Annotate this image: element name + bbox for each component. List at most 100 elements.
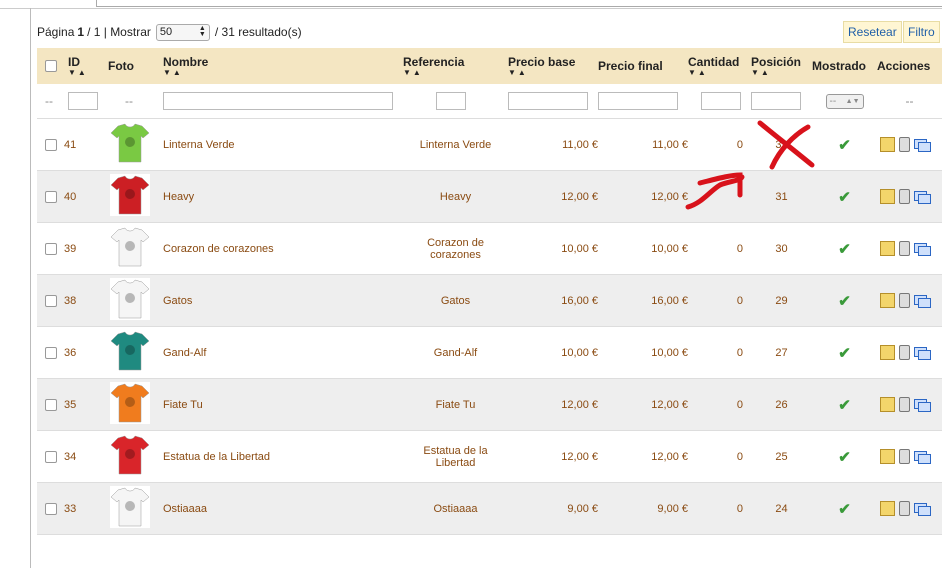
table-row[interactable]: 35 Fiate Tu Fiate Tu 12,00 €12,00 €0 26 ✔ bbox=[37, 378, 942, 431]
row-reference: Estatua de la Libertad bbox=[403, 430, 508, 483]
duplicate-icon[interactable] bbox=[914, 398, 931, 412]
reference-filter-input[interactable] bbox=[436, 92, 466, 110]
filter-button[interactable]: Filtro bbox=[903, 21, 940, 43]
delete-icon[interactable] bbox=[899, 449, 910, 464]
table-row[interactable]: 36 Gand-Alf Gand-Alf 10,00 €10,00 €0 27 ✔ bbox=[37, 326, 942, 379]
col-posicion: Posición bbox=[751, 55, 802, 69]
delete-icon[interactable] bbox=[899, 189, 910, 204]
duplicate-icon[interactable] bbox=[914, 242, 931, 256]
sort-arrows-icon[interactable]: ▼▲ bbox=[751, 69, 812, 77]
row-name[interactable]: Gand-Alf bbox=[163, 326, 403, 379]
delete-icon[interactable] bbox=[899, 397, 910, 412]
ostia-shirt-icon[interactable] bbox=[110, 486, 150, 528]
delete-icon[interactable] bbox=[899, 345, 910, 360]
row-position[interactable]: 24 bbox=[751, 482, 812, 535]
duplicate-icon[interactable] bbox=[914, 138, 931, 152]
row-checkbox[interactable] bbox=[45, 398, 57, 411]
row-checkbox[interactable] bbox=[45, 294, 57, 307]
check-icon[interactable]: ✔ bbox=[838, 241, 851, 258]
row-final-price: 12,00 € bbox=[598, 170, 688, 223]
reset-button[interactable]: Resetear bbox=[843, 21, 902, 43]
row-checkbox[interactable] bbox=[45, 346, 57, 359]
row-checkbox[interactable] bbox=[45, 138, 57, 151]
row-position[interactable]: 31 bbox=[751, 170, 812, 223]
duplicate-icon[interactable] bbox=[914, 450, 931, 464]
gandalf-shirt-icon[interactable] bbox=[110, 330, 150, 372]
check-icon[interactable]: ✔ bbox=[838, 345, 851, 362]
filter-dash: -- bbox=[108, 84, 163, 119]
name-filter-input[interactable] bbox=[163, 92, 393, 110]
row-name[interactable]: Heavy bbox=[163, 170, 403, 223]
edit-icon[interactable] bbox=[880, 241, 895, 256]
sort-arrows-icon[interactable]: ▼▲ bbox=[68, 69, 108, 77]
edit-icon[interactable] bbox=[880, 189, 895, 204]
table-header: ID ▼▲ Foto Nombre ▼▲ Referencia ▼▲ Precio b… bbox=[37, 48, 942, 84]
position-filter-input[interactable] bbox=[751, 92, 801, 110]
check-icon[interactable]: ✔ bbox=[838, 397, 851, 414]
delete-icon[interactable] bbox=[899, 501, 910, 516]
row-position[interactable]: 25 bbox=[751, 430, 812, 483]
check-icon[interactable]: ✔ bbox=[838, 449, 851, 466]
check-icon[interactable]: ✔ bbox=[838, 501, 851, 518]
row-position[interactable]: 27 bbox=[751, 326, 812, 379]
row-name[interactable]: Fiate Tu bbox=[163, 378, 403, 431]
row-position[interactable]: 26 bbox=[751, 378, 812, 431]
id-filter-input[interactable] bbox=[68, 92, 98, 110]
row-position[interactable]: 29 bbox=[751, 274, 812, 327]
sort-arrows-icon[interactable]: ▼▲ bbox=[163, 69, 403, 77]
table-row[interactable]: 41 Linterna Verde Linterna Verde 11,00 €11,… bbox=[37, 118, 942, 171]
quantity-filter-input[interactable] bbox=[701, 92, 741, 110]
lantern-shirt-icon[interactable] bbox=[110, 122, 150, 164]
row-checkbox[interactable] bbox=[45, 190, 57, 203]
edit-icon[interactable] bbox=[880, 345, 895, 360]
edit-icon[interactable] bbox=[880, 137, 895, 152]
check-icon[interactable]: ✔ bbox=[838, 137, 851, 154]
row-name[interactable]: Gatos bbox=[163, 274, 403, 327]
duplicate-icon[interactable] bbox=[914, 190, 931, 204]
delete-icon[interactable] bbox=[899, 241, 910, 256]
edit-icon[interactable] bbox=[880, 293, 895, 308]
check-icon[interactable]: ✔ bbox=[838, 293, 851, 310]
row-position[interactable]: 32 bbox=[751, 118, 812, 171]
delete-icon[interactable] bbox=[899, 293, 910, 308]
heart-shirt-icon[interactable] bbox=[110, 226, 150, 268]
pagination-bar: Página 1 / 1 | Mostrar 50 ▲ ▼ / 31 result… bbox=[37, 23, 302, 41]
table-row[interactable]: 34 Estatua de la Libertad Estatua de la Li… bbox=[37, 430, 942, 483]
row-checkbox[interactable] bbox=[45, 242, 57, 255]
heavy-shirt-icon[interactable] bbox=[110, 174, 150, 216]
sort-arrows-icon[interactable]: ▼▲ bbox=[688, 69, 751, 77]
row-checkbox[interactable] bbox=[45, 502, 57, 515]
col-precio-final: Precio final bbox=[598, 59, 663, 73]
row-name[interactable]: Linterna Verde bbox=[163, 118, 403, 171]
table-row[interactable]: 38 Gatos Gatos 16,00 €16,00 €0 29 ✔ bbox=[37, 274, 942, 327]
row-name[interactable]: Estatua de la Libertad bbox=[163, 430, 403, 483]
row-name[interactable]: Ostiaaaa bbox=[163, 482, 403, 535]
table-row[interactable]: 33 Ostiaaaa Ostiaaaa 9,00 €9,00 €0 24 ✔ bbox=[37, 482, 942, 535]
sort-arrows-icon[interactable]: ▼▲ bbox=[508, 69, 598, 77]
row-name[interactable]: Corazon de corazones bbox=[163, 222, 403, 275]
edit-icon[interactable] bbox=[880, 501, 895, 516]
per-page-select[interactable]: 50 ▲ ▼ bbox=[155, 23, 210, 41]
edit-icon[interactable] bbox=[880, 449, 895, 464]
row-reference: Heavy bbox=[403, 170, 508, 223]
row-checkbox[interactable] bbox=[45, 450, 57, 463]
delete-icon[interactable] bbox=[899, 137, 910, 152]
liberty-shirt-icon[interactable] bbox=[110, 434, 150, 476]
shown-filter-select[interactable]: -- ▲▼ bbox=[825, 94, 864, 109]
table-row[interactable]: 40 Heavy Heavy 12,00 €12,00 €31 ✔ bbox=[37, 170, 942, 223]
check-icon[interactable]: ✔ bbox=[838, 189, 851, 206]
table-row[interactable]: 39 Corazon de corazones Corazon de corazon… bbox=[37, 222, 942, 275]
col-nombre: Nombre bbox=[163, 55, 209, 69]
base-price-filter-input[interactable] bbox=[508, 92, 588, 110]
duplicate-icon[interactable] bbox=[914, 294, 931, 308]
edit-icon[interactable] bbox=[880, 397, 895, 412]
select-all-checkbox[interactable] bbox=[45, 60, 57, 72]
duplicate-icon[interactable] bbox=[914, 346, 931, 360]
products-table: ID ▼▲ Foto Nombre ▼▲ Referencia ▼▲ Precio b… bbox=[37, 48, 942, 535]
cats-shirt-icon[interactable] bbox=[110, 278, 150, 320]
row-position[interactable]: 30 bbox=[751, 222, 812, 275]
fiate-shirt-icon[interactable] bbox=[110, 382, 150, 424]
sort-arrows-icon[interactable]: ▼▲ bbox=[403, 69, 508, 77]
final-price-filter-input[interactable] bbox=[598, 92, 678, 110]
duplicate-icon[interactable] bbox=[914, 502, 931, 516]
